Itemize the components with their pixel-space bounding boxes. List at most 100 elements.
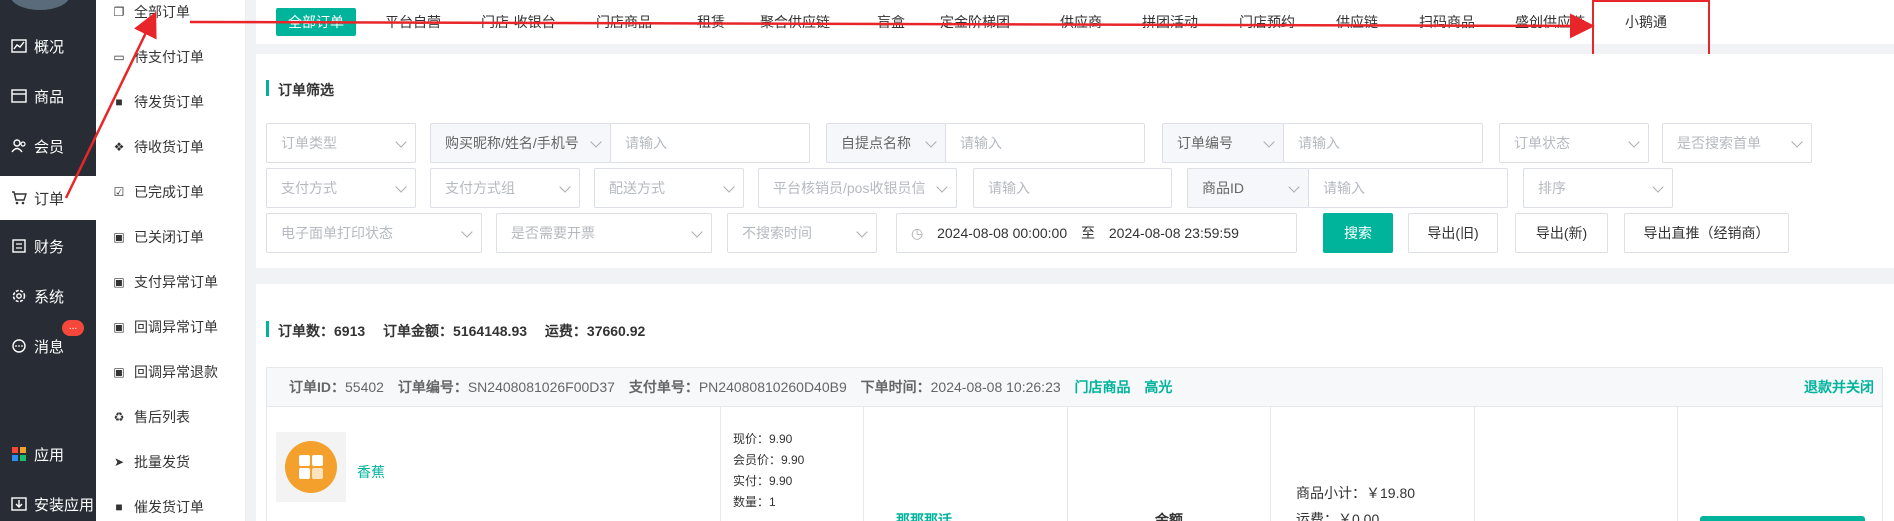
export-direct-button[interactable]: 导出直推（经销商） (1624, 213, 1789, 253)
sub-nav-urge-ship[interactable]: ■ 催发货订单 (112, 496, 242, 518)
bin-icon: ▣ (113, 365, 125, 379)
goods-id-input[interactable]: 请输入 (1308, 168, 1508, 208)
time-mode-select[interactable]: 不搜索时间 (727, 213, 877, 253)
chevron-down-icon (936, 181, 948, 193)
chevron-down-icon (1791, 136, 1803, 148)
nav-apps[interactable]: 应用 (0, 434, 96, 474)
order-sidebar: ❐ 全部订单 ▭ 待支付订单 ■ 待发货订单 ❖ 待收货订单 ☑ 已完成订单 ▣ 已关闭订单… (96, 0, 246, 521)
action-button[interactable] (1700, 516, 1865, 521)
pay-group-select[interactable]: 支付方式组 (430, 168, 580, 208)
order-type-select[interactable]: 订单类型 (266, 123, 416, 163)
store-name[interactable]: 那那那话 (896, 510, 952, 521)
tab-platform[interactable]: 平台自营 (373, 8, 453, 36)
recycle-icon: ♻ (113, 410, 125, 424)
nav-member[interactable]: 会员 (0, 126, 96, 166)
tab-lease[interactable]: 租赁 (685, 8, 737, 36)
salesman-select[interactable]: 平台核销员/pos收银员信 (758, 168, 957, 208)
checkbox-icon: ☑ (113, 185, 125, 199)
tab-all[interactable]: 全部订单 (276, 8, 356, 36)
sub-nav-pending-ship[interactable]: ■ 待发货订单 (112, 91, 242, 113)
copy-icon: ❐ (113, 5, 125, 19)
refund-close-link[interactable]: 退款并关闭 (1804, 368, 1874, 406)
nav-overview[interactable]: 概况 (0, 26, 96, 66)
pickup-input[interactable]: 请输入 (945, 123, 1145, 163)
sub-nav-pending-pay[interactable]: ▭ 待支付订单 (112, 46, 242, 68)
sub-nav-callback-error[interactable]: ▣ 回调异常订单 (112, 316, 242, 338)
pickup-field-select[interactable]: 自提点名称 (826, 123, 946, 163)
chevron-down-icon (925, 136, 937, 148)
date-range-picker[interactable]: ◷ 2024-08-08 00:00:00 至 2024-08-08 23:59… (896, 213, 1297, 253)
eprint-status-select[interactable]: 电子面单打印状态 (266, 213, 482, 253)
tab-store-cashier[interactable]: 门店-收银台 (469, 8, 568, 36)
bin-icon: ▣ (113, 230, 125, 244)
nav-install[interactable]: 安装应用 (0, 484, 96, 521)
delivery-select[interactable]: 配送方式 (594, 168, 744, 208)
sub-nav-completed[interactable]: ☑ 已完成订单 (112, 181, 242, 203)
search-first-order-select[interactable]: 是否搜索首单 (1662, 123, 1812, 163)
chevron-down-icon (461, 226, 473, 238)
tab-group-buy[interactable]: 拼团活动 (1130, 8, 1210, 36)
product-image[interactable] (276, 432, 346, 502)
invoice-select[interactable]: 是否需要开票 (496, 213, 712, 253)
nav-system[interactable]: 系统 (0, 276, 96, 316)
export-old-button[interactable]: 导出(旧) (1408, 213, 1498, 253)
chevron-down-icon (590, 136, 602, 148)
salesman-input[interactable]: 请输入 (973, 168, 1172, 208)
chevron-down-icon (1263, 136, 1275, 148)
goods-id-field-select[interactable]: 商品ID (1187, 168, 1309, 208)
truck-icon: ■ (115, 500, 123, 514)
order-no-field-select[interactable]: 订单编号 (1162, 123, 1284, 163)
order-stats: 订单数：6913 订单金额：5164148.93 运费：37660.92 (266, 321, 659, 341)
chevron-down-icon (395, 136, 407, 148)
sub-nav-pending-receive[interactable]: ❖ 待收货订单 (112, 136, 242, 158)
tab-store-goods[interactable]: 门店商品 (584, 8, 664, 36)
buyer-field-select[interactable]: 购买昵称/姓名/手机号 (430, 123, 611, 163)
order-status-select[interactable]: 订单状态 (1499, 123, 1649, 163)
tab-aggregate-supply[interactable]: 聚合供应链 (748, 8, 842, 36)
chevron-down-icon (559, 181, 571, 193)
tab-shengchuang[interactable]: 盛创供应链 (1503, 8, 1597, 36)
sub-nav-pay-error[interactable]: ▣ 支付异常订单 (112, 271, 242, 293)
finance-icon (10, 238, 28, 254)
tab-supplier[interactable]: 供应商 (1048, 8, 1114, 36)
order-no-input[interactable]: 请输入 (1283, 123, 1483, 163)
tab-blindbox[interactable]: 盲盒 (865, 8, 917, 36)
bin-icon: ▣ (113, 320, 125, 334)
filter-title: 订单筛选 (266, 80, 334, 100)
nav-finance[interactable]: 财务 (0, 226, 96, 266)
pay-method-select[interactable]: 支付方式 (266, 168, 416, 208)
order-header: 订单ID：55402 订单编号：SN2408081026F00D37 支付单号：… (266, 367, 1883, 407)
product-name[interactable]: 香蕉 (357, 462, 385, 482)
sub-nav-batch-ship[interactable]: ➤ 批量发货 (112, 451, 242, 473)
sub-nav-callback-refund[interactable]: ▣ 回调异常退款 (112, 361, 242, 383)
sort-select[interactable]: 排序 (1523, 168, 1673, 208)
order-tag-store: 门店商品 (1074, 379, 1131, 395)
tab-supply-chain[interactable]: 供应链 (1324, 8, 1390, 36)
export-new-button[interactable]: 导出(新) (1515, 213, 1608, 253)
chevron-down-icon (1628, 136, 1640, 148)
nav-orders[interactable]: 订单 (0, 176, 96, 220)
clock-icon: ◷ (911, 225, 924, 241)
search-button[interactable]: 搜索 (1323, 213, 1393, 253)
nav-goods[interactable]: 商品 (0, 76, 96, 116)
tab-store-booking[interactable]: 门店预约 (1227, 8, 1307, 36)
sub-nav-aftersale[interactable]: ♻ 售后列表 (112, 406, 242, 428)
buyer-input[interactable]: 请输入 (610, 123, 810, 163)
price-now: 现价：9.90 (733, 432, 793, 446)
main-sidebar: 概况 商品 会员 订单 财务 系统 消息 ... 应用 安装应用 (0, 0, 96, 521)
chevron-down-icon (691, 226, 703, 238)
card-icon: ▭ (113, 50, 125, 64)
apps-icon (285, 441, 337, 493)
dropbox-icon: ❖ (113, 140, 125, 154)
member-icon (10, 138, 28, 154)
goods-icon (10, 88, 28, 104)
logo (10, 0, 70, 10)
goods-subtotal: 商品小计：￥19.80 (1296, 485, 1416, 501)
tab-scan-goods[interactable]: 扫码商品 (1407, 8, 1487, 36)
tab-deposit-tier[interactable]: 定金阶梯团 (928, 8, 1022, 36)
sub-nav-all-orders[interactable]: ❐ 全部订单 (112, 1, 242, 23)
message-badge: ... (62, 320, 84, 336)
sub-nav-closed[interactable]: ▣ 已关闭订单 (112, 226, 242, 248)
order-row (266, 407, 1883, 521)
chevron-down-icon (1652, 181, 1664, 193)
